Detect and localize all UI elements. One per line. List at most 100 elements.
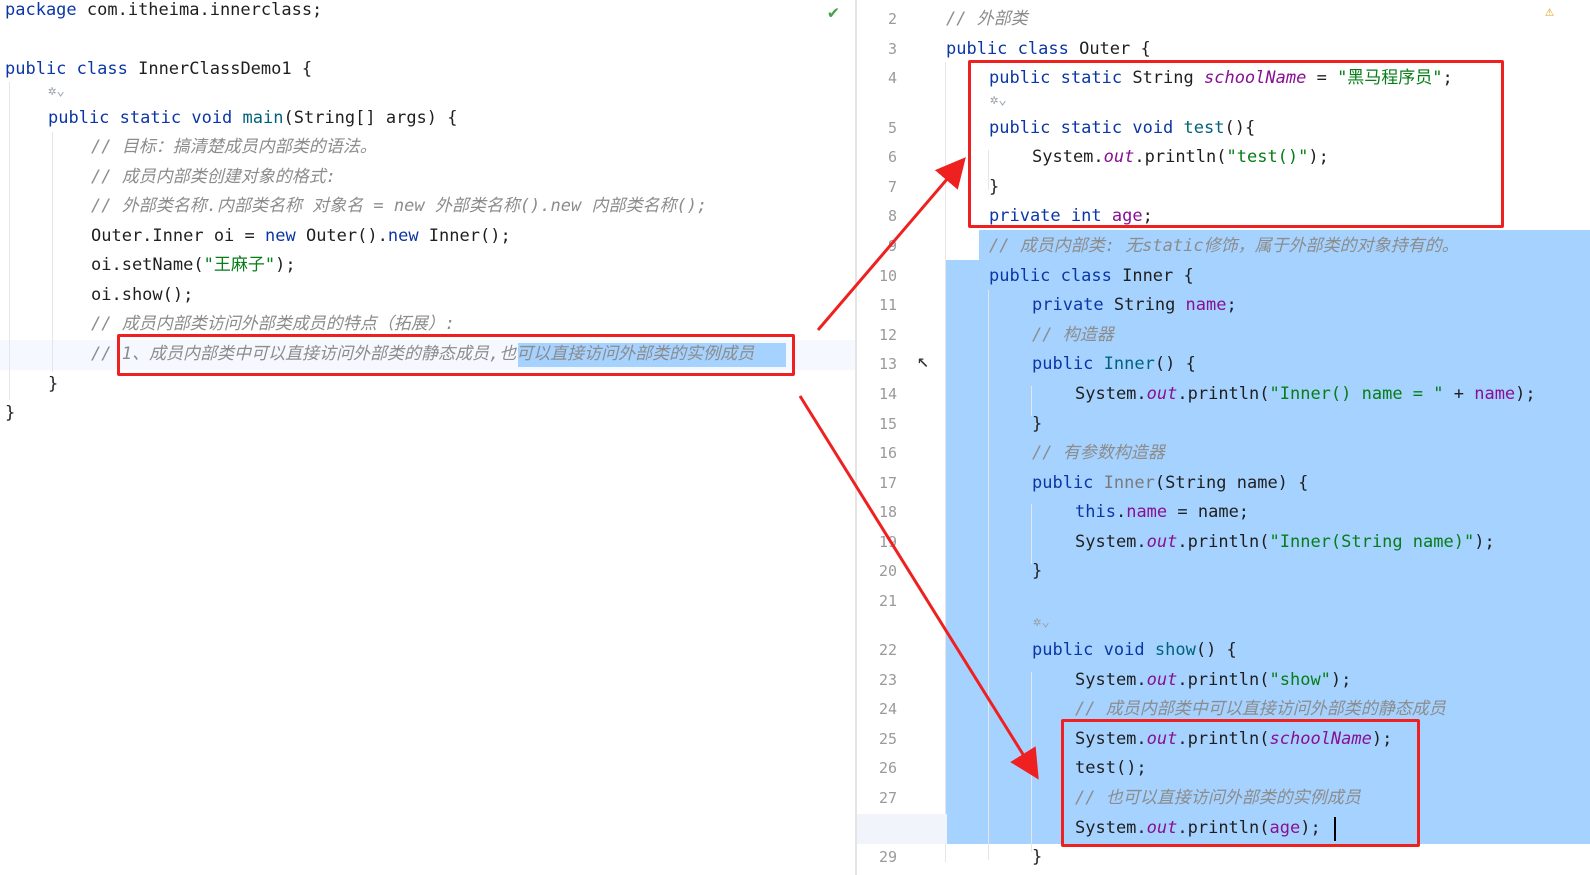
code-line[interactable]: } bbox=[857, 556, 1590, 586]
code-token: .println( bbox=[1177, 670, 1270, 690]
code-token: public bbox=[5, 59, 67, 79]
code-token: void bbox=[191, 108, 233, 128]
code-token: Inner bbox=[1103, 473, 1155, 493]
code-token: name bbox=[1474, 384, 1516, 404]
code-line[interactable]: // 成员内部类: 无static修饰，属于外部类的对象持有的。 bbox=[857, 231, 1590, 261]
code-token: "Inner(String name)" bbox=[1269, 532, 1475, 552]
code-token: } bbox=[5, 403, 16, 423]
code-token: class bbox=[1017, 39, 1069, 59]
code-line[interactable]: } bbox=[857, 409, 1590, 439]
code-token: private bbox=[1032, 295, 1104, 315]
code-token: void bbox=[1103, 640, 1145, 660]
code-line[interactable]: public class InnerClassDemo1 { bbox=[0, 54, 857, 84]
code-token: // 成员内部类中可以直接访问外部类的静态成员 bbox=[1075, 699, 1446, 719]
code-line[interactable]: public void show() { bbox=[857, 635, 1590, 665]
code-token: = name; bbox=[1167, 502, 1250, 522]
code-token: // 成员内部类: 无static修饰，属于外部类的对象持有的。 bbox=[989, 236, 1459, 256]
code-token: System. bbox=[1075, 670, 1147, 690]
code-line[interactable]: // 外部类名称.内部类名称 对象名 = new 外部类名称().new 内部类… bbox=[0, 191, 857, 221]
code-line[interactable]: System.out.println("Inner() name = " + n… bbox=[857, 379, 1590, 409]
code-line[interactable]: // 成员内部类创建对象的格式: bbox=[0, 162, 857, 192]
code-token: public bbox=[1032, 354, 1094, 374]
code-token: } bbox=[1032, 414, 1043, 434]
code-token: Inner(); bbox=[418, 226, 511, 246]
code-token: // 目标：搞清楚成员内部类的语法。 bbox=[91, 137, 377, 157]
ai-assist-icon[interactable]: ✲⌄ bbox=[48, 83, 65, 99]
code-token: Outer(). bbox=[295, 226, 388, 246]
code-token: // 有参数构造器 bbox=[1032, 443, 1165, 463]
code-token: () { bbox=[1154, 354, 1196, 374]
code-token: // 构造器 bbox=[1032, 325, 1114, 345]
code-token: Outer.Inner oi = bbox=[91, 226, 265, 246]
code-token: class bbox=[1060, 266, 1112, 286]
code-token: name bbox=[1126, 502, 1168, 522]
checkmark-icon[interactable]: ✔ bbox=[828, 2, 839, 23]
code-line[interactable]: System.out.println("Inner(String name)")… bbox=[857, 527, 1590, 557]
current-line-highlight bbox=[857, 814, 947, 844]
code-token: . bbox=[1115, 502, 1127, 522]
code-token: .println( bbox=[1177, 384, 1270, 404]
code-line[interactable]: // 外部类 bbox=[857, 4, 1590, 34]
code-line[interactable]: // 目标：搞清楚成员内部类的语法。 bbox=[0, 132, 857, 162]
code-line[interactable]: } bbox=[0, 398, 857, 428]
code-line[interactable]: public Inner() { bbox=[857, 349, 1590, 379]
code-token: class bbox=[76, 59, 128, 79]
code-line[interactable]: // 构造器 bbox=[857, 320, 1590, 350]
code-line[interactable]: // 有参数构造器 bbox=[857, 438, 1590, 468]
code-token: Inner { bbox=[1111, 266, 1194, 286]
code-token: this bbox=[1075, 502, 1116, 522]
code-token: InnerClassDemo1 { bbox=[127, 59, 313, 79]
code-token: new bbox=[387, 226, 419, 246]
code-line[interactable]: this.name = name; bbox=[857, 497, 1590, 527]
code-line[interactable]: System.out.println("show"); bbox=[857, 665, 1590, 695]
code-token: public bbox=[989, 266, 1051, 286]
ai-assist-icon[interactable]: ✲⌄ bbox=[1033, 614, 1050, 630]
code-line[interactable]: public static void main(String[] args) { bbox=[0, 103, 857, 133]
annotation-box-access-members bbox=[1061, 719, 1420, 847]
code-token: // 成员内部类访问外部类成员的特点（拓展）: bbox=[91, 314, 455, 334]
code-line[interactable] bbox=[0, 24, 857, 54]
left-editor-pane[interactable]: package com.itheima.innerclass; public cl… bbox=[0, 0, 857, 875]
code-token: "Inner() name = " bbox=[1269, 384, 1444, 404]
code-token: public bbox=[946, 39, 1008, 59]
code-line[interactable]: Outer.Inner oi = new Outer().new Inner()… bbox=[0, 221, 857, 251]
code-token: } bbox=[1032, 561, 1043, 581]
code-token: public bbox=[48, 108, 110, 128]
code-token: + bbox=[1443, 384, 1475, 404]
code-token: .println( bbox=[1177, 532, 1270, 552]
code-line[interactable]: package com.itheima.innerclass; bbox=[0, 0, 857, 25]
code-token: Inner bbox=[1103, 354, 1155, 374]
code-line[interactable]: public Inner(String name) { bbox=[857, 468, 1590, 498]
code-token: oi.setName( bbox=[91, 255, 204, 275]
code-token: "show" bbox=[1269, 670, 1331, 690]
code-line[interactable]: public class Inner { bbox=[857, 261, 1590, 291]
code-line[interactable]: oi.setName("王麻子"); bbox=[0, 250, 857, 280]
code-token: Outer { bbox=[1068, 39, 1151, 59]
code-token: out bbox=[1146, 532, 1178, 552]
code-token: out bbox=[1146, 670, 1178, 690]
annotation-box-static-members bbox=[968, 60, 1504, 228]
code-token: // 成员内部类创建对象的格式: bbox=[91, 167, 336, 187]
code-token: () { bbox=[1195, 640, 1237, 660]
code-token: // 外部类 bbox=[946, 9, 1028, 29]
code-line[interactable]: private String name; bbox=[857, 290, 1590, 320]
code-line[interactable]: oi.show(); bbox=[0, 280, 857, 310]
warning-icon[interactable]: ⚠ bbox=[1545, 2, 1554, 20]
code-token: ); bbox=[1474, 532, 1495, 552]
code-token: (String name) { bbox=[1154, 473, 1309, 493]
mouse-cursor-icon: ↖ bbox=[917, 348, 930, 372]
code-token: public bbox=[1032, 473, 1094, 493]
code-token: (String[] args) { bbox=[283, 108, 458, 128]
code-token: ; bbox=[1226, 295, 1237, 315]
code-token: main bbox=[242, 108, 284, 128]
code-token: ); bbox=[1515, 384, 1536, 404]
